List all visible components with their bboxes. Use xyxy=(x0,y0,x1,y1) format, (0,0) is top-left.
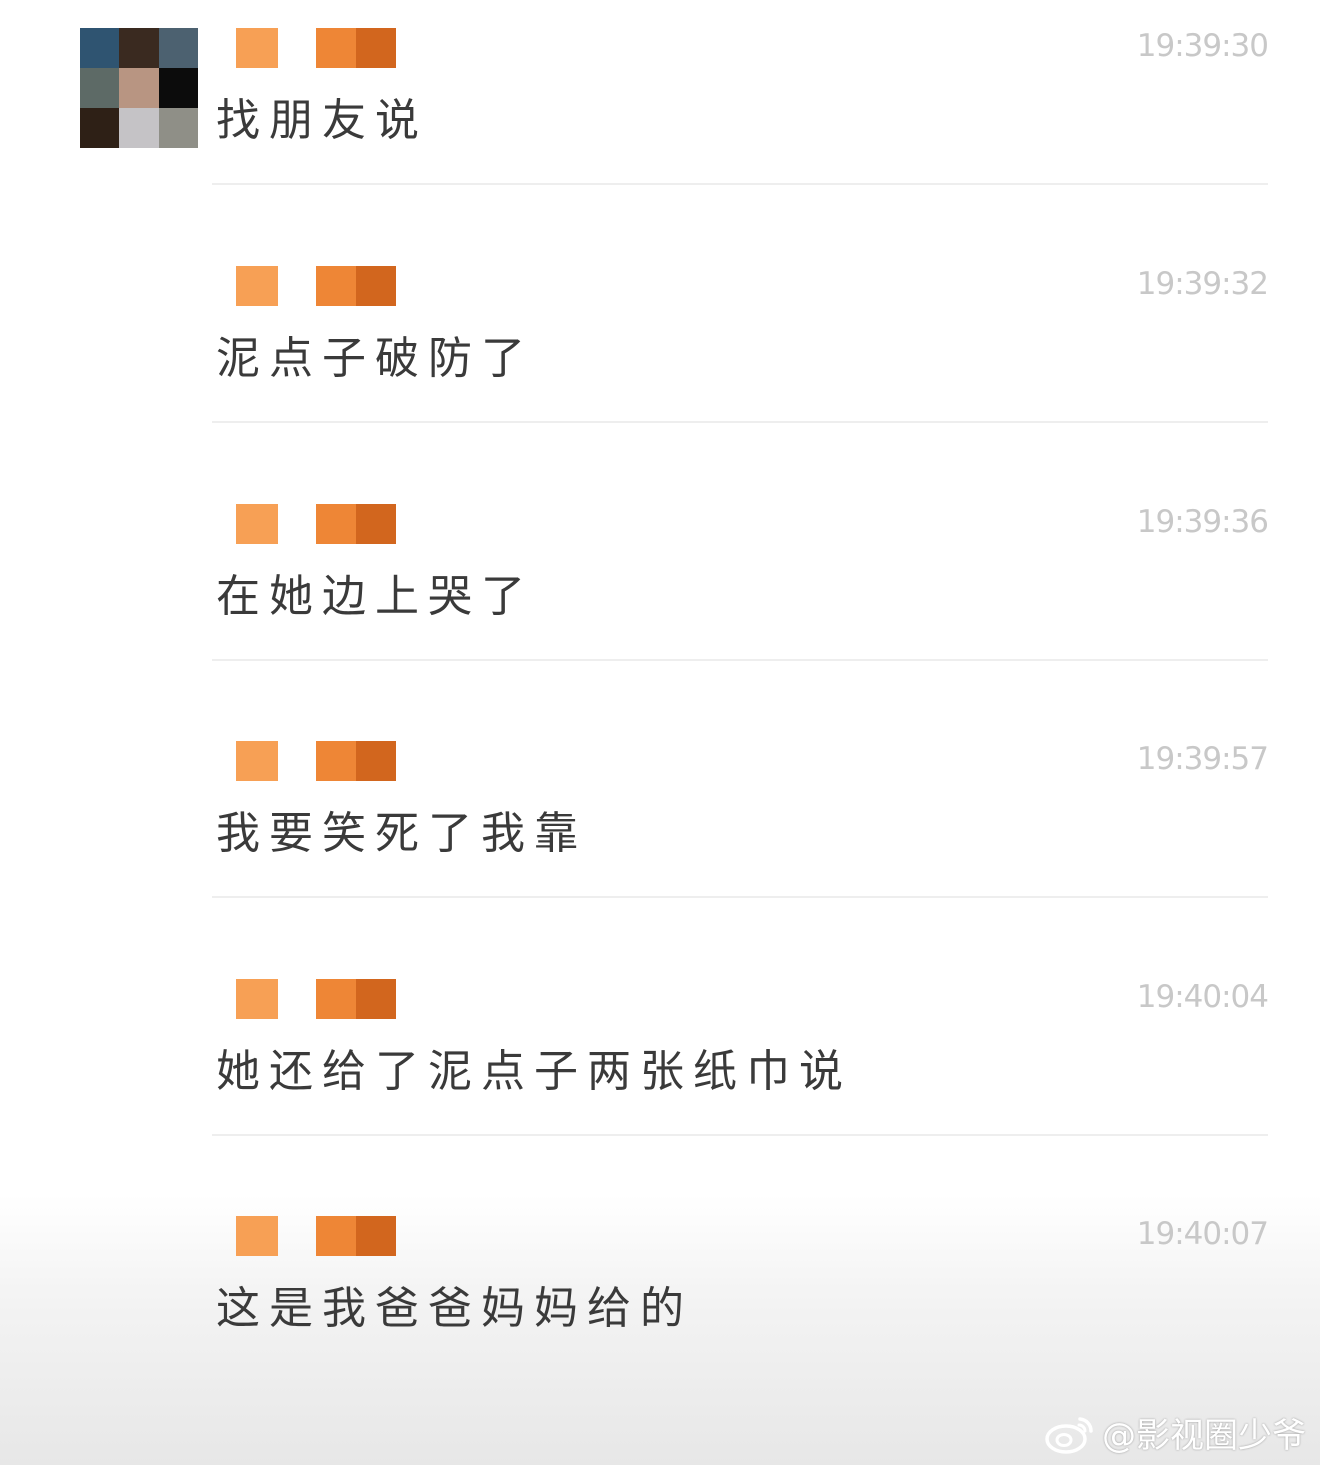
message-text: 在她边上哭了 xyxy=(216,571,534,622)
weibo-icon xyxy=(1044,1411,1096,1455)
chat-message[interactable]: 19:39:57 我要笑死了我靠 xyxy=(212,741,1269,979)
avatar-pixel xyxy=(80,68,120,108)
redaction-block xyxy=(236,979,278,1019)
redaction-block xyxy=(356,1216,396,1256)
message-divider xyxy=(212,1134,1268,1136)
avatar-pixel xyxy=(119,28,159,68)
chat-message[interactable]: 19:39:32 泥点子破防了 xyxy=(212,266,1269,504)
redaction-block xyxy=(236,741,278,781)
message-text: 找朋友说 xyxy=(216,95,428,146)
chat-message[interactable]: 19:40:04 她还给了泥点子两张纸巾说 xyxy=(212,979,1269,1217)
redaction-block xyxy=(316,28,356,68)
chat-message[interactable]: 19:39:30 找朋友说 xyxy=(212,28,1269,266)
avatar-pixel xyxy=(158,108,198,148)
message-timestamp: 19:39:32 xyxy=(1136,266,1269,302)
redaction-block xyxy=(316,504,356,544)
redaction-block xyxy=(356,266,396,306)
message-divider xyxy=(212,896,1268,898)
message-timestamp: 19:39:36 xyxy=(1136,504,1269,540)
message-text: 我要笑死了我靠 xyxy=(216,808,587,859)
redaction-block xyxy=(236,504,278,544)
chat-screenshot: 19:39:30 找朋友说 19:39:32 泥点子破防了 19:39:36 在… xyxy=(0,0,1320,1465)
sender-name-redacted xyxy=(236,741,396,781)
avatar-pixel xyxy=(80,108,120,148)
redaction-block xyxy=(316,1216,356,1256)
avatar-pixel xyxy=(119,108,159,148)
message-divider xyxy=(212,659,1268,661)
message-timestamp: 19:40:04 xyxy=(1136,979,1269,1015)
sender-name-redacted xyxy=(236,28,396,68)
sender-name-redacted xyxy=(236,504,396,544)
avatar-pixel xyxy=(158,68,198,108)
redaction-block xyxy=(236,1216,278,1256)
sender-name-redacted xyxy=(236,1216,396,1256)
sender-name-redacted xyxy=(236,266,396,306)
sender-name-redacted xyxy=(236,979,396,1019)
chat-message[interactable]: 19:39:36 在她边上哭了 xyxy=(212,504,1269,742)
redaction-block xyxy=(356,979,396,1019)
message-text: 这是我爸爸妈妈给的 xyxy=(216,1283,693,1334)
message-timestamp: 19:39:57 xyxy=(1136,741,1269,777)
avatar-pixel xyxy=(158,28,198,68)
redaction-block xyxy=(356,28,396,68)
message-text: 她还给了泥点子两张纸巾说 xyxy=(216,1046,852,1097)
sender-avatar[interactable] xyxy=(80,28,198,148)
redaction-block xyxy=(316,266,356,306)
message-divider xyxy=(212,183,1268,185)
message-divider xyxy=(212,1371,1268,1373)
weibo-watermark: @影视圈少爷 xyxy=(1044,1408,1306,1457)
avatar-pixel xyxy=(80,28,120,68)
watermark-text: @影视圈少爷 xyxy=(1102,1416,1306,1456)
message-timestamp: 19:39:30 xyxy=(1136,28,1269,64)
redaction-block xyxy=(316,979,356,1019)
message-timestamp: 19:40:07 xyxy=(1136,1216,1269,1252)
message-divider xyxy=(212,421,1268,423)
avatar-pixel xyxy=(119,68,159,108)
redaction-block xyxy=(236,266,278,306)
redaction-block xyxy=(356,741,396,781)
message-text: 泥点子破防了 xyxy=(216,333,534,384)
redaction-block xyxy=(316,741,356,781)
redaction-block xyxy=(236,28,278,68)
redaction-block xyxy=(356,504,396,544)
